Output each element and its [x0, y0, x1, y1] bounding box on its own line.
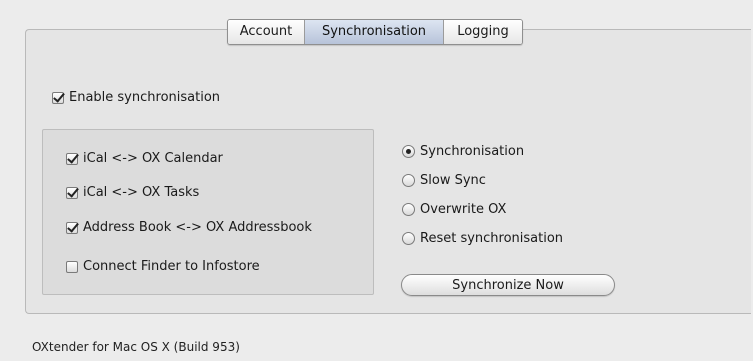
radio-label: Reset synchronisation — [420, 231, 564, 246]
enable-synchronisation-checkbox[interactable]: Enable synchronisation — [52, 90, 220, 105]
status-footer: OXtender for Mac OS X (Build 953) — [32, 340, 240, 354]
radio-unselected-icon — [402, 203, 415, 216]
checkbox-unchecked-icon — [66, 260, 78, 273]
tab-logging[interactable]: Logging — [443, 20, 522, 44]
sync-item-label: Address Book <-> OX Addressbook — [83, 220, 312, 235]
enable-synchronisation-label: Enable synchronisation — [69, 90, 221, 105]
checkbox-checked-icon — [66, 152, 78, 165]
checkbox-checked-icon — [66, 186, 78, 199]
tab-synchronisation[interactable]: Synchronisation — [304, 20, 443, 44]
sync-item-addressbook-checkbox[interactable]: Address Book <-> OX Addressbook — [66, 220, 312, 235]
sync-item-label: Connect Finder to Infostore — [83, 259, 260, 274]
synchronize-now-button[interactable]: Synchronize Now — [401, 274, 615, 296]
sync-item-ical-calendar-checkbox[interactable]: iCal <-> OX Calendar — [66, 151, 223, 166]
tab-bar: Account Synchronisation Logging — [227, 19, 523, 45]
radio-slow-sync[interactable]: Slow Sync — [402, 173, 486, 188]
radio-unselected-icon — [402, 232, 415, 245]
tab-account[interactable]: Account — [228, 20, 304, 44]
sync-item-label: iCal <-> OX Tasks — [83, 185, 200, 200]
radio-overwrite-ox[interactable]: Overwrite OX — [402, 202, 506, 217]
radio-reset-synchronisation[interactable]: Reset synchronisation — [402, 231, 563, 246]
radio-label: Synchronisation — [420, 144, 525, 159]
radio-label: Slow Sync — [420, 173, 486, 188]
sync-item-ical-tasks-checkbox[interactable]: iCal <-> OX Tasks — [66, 185, 199, 200]
checkbox-checked-icon — [52, 91, 64, 104]
radio-selected-icon — [402, 145, 415, 158]
sync-item-label: iCal <-> OX Calendar — [83, 151, 223, 166]
checkbox-checked-icon — [66, 221, 78, 234]
radio-label: Overwrite OX — [420, 202, 507, 217]
radio-unselected-icon — [402, 174, 415, 187]
sync-item-finder-infostore-checkbox[interactable]: Connect Finder to Infostore — [66, 259, 260, 274]
radio-synchronisation[interactable]: Synchronisation — [402, 144, 524, 159]
